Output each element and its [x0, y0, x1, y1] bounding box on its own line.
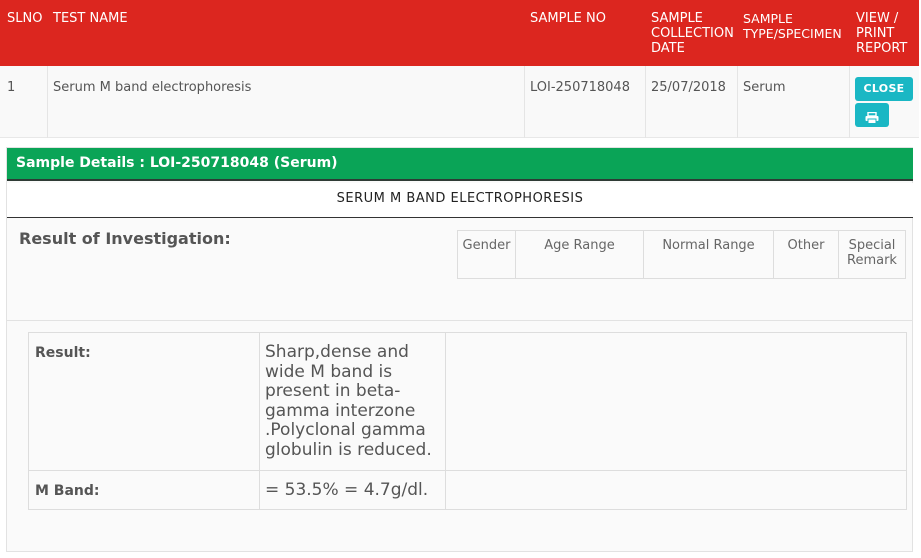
- table-header: SLNO TEST NAME SAMPLE NO SAMPLE COLLECTI…: [0, 0, 919, 66]
- results-table: Result: Sharp,dense and wide M band is p…: [28, 332, 907, 510]
- result-value: Sharp,dense and wide M band is present i…: [265, 342, 432, 460]
- m-band-label: M Band:: [35, 483, 100, 499]
- test-heading: SERUM M BAND ELECTROPHORESIS: [7, 183, 913, 218]
- result-of-investigation-label: Result of Investigation:: [19, 229, 231, 248]
- header-view-print-report: VIEW / PRINT REPORT: [856, 11, 908, 56]
- m-band-value: = 53.5% = 4.7g/dl.: [265, 480, 429, 500]
- ref-header-normal-range: Normal Range: [643, 231, 773, 278]
- close-button[interactable]: CLOSE: [855, 77, 913, 101]
- print-button[interactable]: [855, 103, 889, 127]
- cell-collection-date: 25/07/2018: [651, 80, 726, 95]
- cell-sample-type: Serum: [743, 80, 786, 95]
- sample-details-title: Sample Details : LOI-250718048 (Serum): [7, 148, 913, 181]
- header-test-name: TEST NAME: [53, 11, 128, 26]
- ref-header-gender: Gender: [462, 238, 511, 253]
- cell-test-name: Serum M band electrophoresis: [53, 80, 252, 95]
- reference-range-table: Gender Age Range Normal Range Other Spec…: [457, 230, 906, 279]
- ref-header-special-remark: Special Remark: [838, 231, 905, 278]
- header-slno: SLNO: [7, 11, 43, 26]
- header-sample-no: SAMPLE NO: [530, 11, 606, 26]
- ref-header-age-range: Age Range: [515, 231, 643, 278]
- table-row: 1 Serum M band electrophoresis LOI-25071…: [0, 66, 919, 138]
- ref-header-other: Other: [773, 231, 838, 278]
- cell-sample-no: LOI-250718048: [530, 80, 630, 95]
- result-label: Result:: [35, 345, 91, 361]
- printer-icon: [865, 109, 879, 124]
- divider: [7, 320, 913, 321]
- header-sample-collection-date: SAMPLE COLLECTION DATE: [651, 11, 734, 56]
- header-sample-type: SAMPLE TYPE/SPECIMEN: [743, 11, 842, 41]
- cell-slno: 1: [7, 80, 16, 95]
